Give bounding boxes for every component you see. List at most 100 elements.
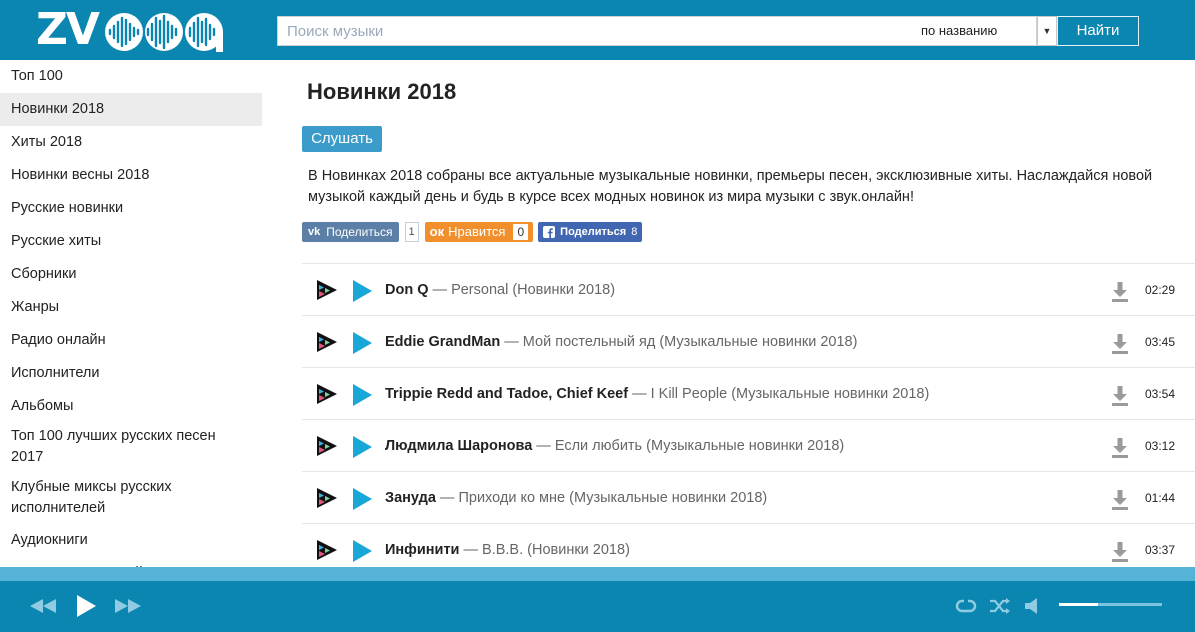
ok-like-button[interactable]: ок Нравится 0 bbox=[424, 222, 534, 242]
track-title: Trippie Redd and Tadoe, Chief Keef — I K… bbox=[385, 386, 930, 402]
facebook-share-count: 8 bbox=[631, 226, 638, 238]
sidebar-item-new-2018[interactable]: Новинки 2018 bbox=[0, 93, 262, 126]
next-button[interactable] bbox=[115, 593, 141, 619]
search-button[interactable]: Найти bbox=[1057, 16, 1139, 46]
track-row[interactable]: Инфинити — B.B.B. (Новинки 2018) 03:37 bbox=[302, 523, 1195, 567]
vk-share-label: Поделиться bbox=[326, 225, 393, 239]
odnoklassniki-icon: ок bbox=[429, 224, 445, 239]
facebook-share-button[interactable]: Поделиться 8 bbox=[538, 222, 643, 242]
download-icon[interactable] bbox=[1112, 438, 1128, 458]
search-mode-select[interactable]: по названию bbox=[921, 17, 997, 45]
track-artist[interactable]: Don Q bbox=[385, 282, 429, 298]
search-box: по названию bbox=[277, 16, 1037, 46]
play-icon[interactable] bbox=[352, 332, 372, 354]
track-cover-icon bbox=[317, 436, 337, 456]
prev-button[interactable] bbox=[30, 593, 56, 619]
track-title: Зануда — Приходи ко мне (Музыкальные нов… bbox=[385, 490, 768, 506]
download-icon[interactable] bbox=[1112, 490, 1128, 510]
track-artist[interactable]: Eddie GrandMan bbox=[385, 334, 500, 350]
track-title: Don Q — Personal (Новинки 2018) bbox=[385, 282, 616, 298]
facebook-share-label: Поделиться bbox=[560, 226, 627, 238]
play-icon[interactable] bbox=[352, 280, 372, 302]
sidebar-item-club-mixes[interactable]: Клубные миксы русских исполнителей bbox=[0, 471, 262, 524]
play-icon[interactable] bbox=[352, 540, 372, 562]
sidebar-item-albums[interactable]: Альбомы bbox=[0, 390, 262, 423]
play-icon bbox=[76, 595, 96, 617]
vk-share-button[interactable]: vk Поделиться bbox=[302, 222, 399, 242]
repeat-icon bbox=[955, 599, 977, 613]
track-row[interactable]: Людмила Шаронова — Если любить (Музыкаль… bbox=[302, 419, 1195, 471]
play-icon[interactable] bbox=[352, 384, 372, 406]
track-artist[interactable]: Людмила Шаронова bbox=[385, 438, 532, 454]
track-name: Если любить (Музыкальные новинки 2018) bbox=[554, 438, 845, 454]
listen-button[interactable]: Слушать bbox=[302, 126, 382, 152]
prev-icon bbox=[30, 599, 56, 613]
sidebar-item-collections[interactable]: Сборники bbox=[0, 258, 262, 291]
playback-progress-bar[interactable] bbox=[0, 567, 1195, 581]
volume-button[interactable] bbox=[1024, 593, 1042, 619]
play-icon[interactable] bbox=[352, 488, 372, 510]
sidebar-item-radio[interactable]: Радио онлайн bbox=[0, 324, 262, 357]
player-bar bbox=[0, 581, 1195, 632]
sidebar-item-audiobooks[interactable]: Аудиокниги bbox=[0, 524, 262, 557]
track-row[interactable]: Eddie GrandMan — Мой постельный яд (Музы… bbox=[302, 315, 1195, 367]
track-name: Мой постельный яд (Музыкальные новинки 2… bbox=[522, 334, 858, 350]
track-duration: 03:12 bbox=[1145, 439, 1176, 453]
download-icon[interactable] bbox=[1112, 386, 1128, 406]
track-title: Eddie GrandMan — Мой постельный яд (Музы… bbox=[385, 334, 858, 350]
share-buttons: vk Поделиться 1 ок Нравится 0 Поделиться… bbox=[302, 222, 643, 242]
track-duration: 03:37 bbox=[1145, 543, 1176, 557]
track-name: B.B.B. (Новинки 2018) bbox=[482, 542, 630, 558]
track-cover-icon bbox=[317, 540, 337, 560]
track-row[interactable]: Don Q — Personal (Новинки 2018) 02:29 bbox=[302, 263, 1195, 315]
track-artist[interactable]: Trippie Redd and Tadoe, Chief Keef bbox=[385, 386, 628, 402]
download-icon[interactable] bbox=[1112, 334, 1128, 354]
track-row[interactable]: Trippie Redd and Tadoe, Chief Keef — I K… bbox=[302, 367, 1195, 419]
sidebar-item-genres[interactable]: Жанры bbox=[0, 291, 262, 324]
track-duration: 03:54 bbox=[1145, 387, 1176, 401]
zvooq-logo[interactable]: ZV bbox=[36, 6, 241, 54]
track-cover-icon bbox=[317, 332, 337, 352]
track-duration: 02:29 bbox=[1145, 283, 1176, 297]
sidebar-item-top100[interactable]: Топ 100 bbox=[0, 60, 262, 93]
search-input[interactable] bbox=[278, 17, 878, 45]
ok-like-label: Нравится bbox=[448, 224, 506, 239]
sidebar-item-childrens-day[interactable]: День защиты детей bbox=[0, 557, 262, 567]
sidebar-item-spring-2018[interactable]: Новинки весны 2018 bbox=[0, 159, 262, 192]
sidebar-item-top100-russian-2017[interactable]: Топ 100 лучших русских песен 2017 bbox=[0, 423, 262, 471]
sidebar-item-artists[interactable]: Исполнители bbox=[0, 357, 262, 390]
volume-icon bbox=[1025, 598, 1037, 614]
track-list: Don Q — Personal (Новинки 2018) 02:29 Ed… bbox=[302, 263, 1195, 567]
track-name: I Kill People (Музыкальные новинки 2018) bbox=[650, 386, 930, 402]
track-cover-icon bbox=[317, 488, 337, 508]
next-icon bbox=[115, 599, 141, 613]
track-name: Приходи ко мне (Музыкальные новинки 2018… bbox=[458, 490, 768, 506]
logo-wave-icon bbox=[104, 13, 223, 52]
shuffle-button[interactable] bbox=[989, 593, 1011, 619]
volume-slider[interactable] bbox=[1059, 603, 1162, 606]
play-icon[interactable] bbox=[352, 436, 372, 458]
main-content: Новинки 2018 Слушать В Новинках 2018 соб… bbox=[302, 60, 1195, 567]
repeat-button[interactable] bbox=[955, 593, 977, 619]
facebook-icon bbox=[543, 226, 556, 238]
download-icon[interactable] bbox=[1112, 282, 1128, 302]
track-artist[interactable]: Инфинити bbox=[385, 542, 459, 558]
sidebar-item-russian-new[interactable]: Русские новинки bbox=[0, 192, 262, 225]
shuffle-icon bbox=[990, 598, 1010, 614]
track-title: Инфинити — B.B.B. (Новинки 2018) bbox=[385, 542, 630, 558]
track-title: Людмила Шаронова — Если любить (Музыкаль… bbox=[385, 438, 845, 454]
track-cover-icon bbox=[317, 280, 337, 300]
track-cover-icon bbox=[317, 384, 337, 404]
sidebar-item-hits-2018[interactable]: Хиты 2018 bbox=[0, 126, 262, 159]
track-row[interactable]: Зануда — Приходи ко мне (Музыкальные нов… bbox=[302, 471, 1195, 523]
vk-icon: vk bbox=[308, 226, 321, 238]
caret-down-icon: ▼ bbox=[1042, 26, 1052, 36]
track-duration: 01:44 bbox=[1145, 491, 1176, 505]
download-icon[interactable] bbox=[1112, 542, 1128, 562]
track-artist[interactable]: Зануда bbox=[385, 490, 436, 506]
volume-level bbox=[1059, 603, 1099, 606]
sidebar-item-russian-hits[interactable]: Русские хиты bbox=[0, 225, 262, 258]
play-button[interactable] bbox=[76, 593, 96, 619]
search-mode-dropdown[interactable]: ▼ bbox=[1037, 16, 1057, 46]
vk-share-count: 1 bbox=[404, 222, 419, 242]
